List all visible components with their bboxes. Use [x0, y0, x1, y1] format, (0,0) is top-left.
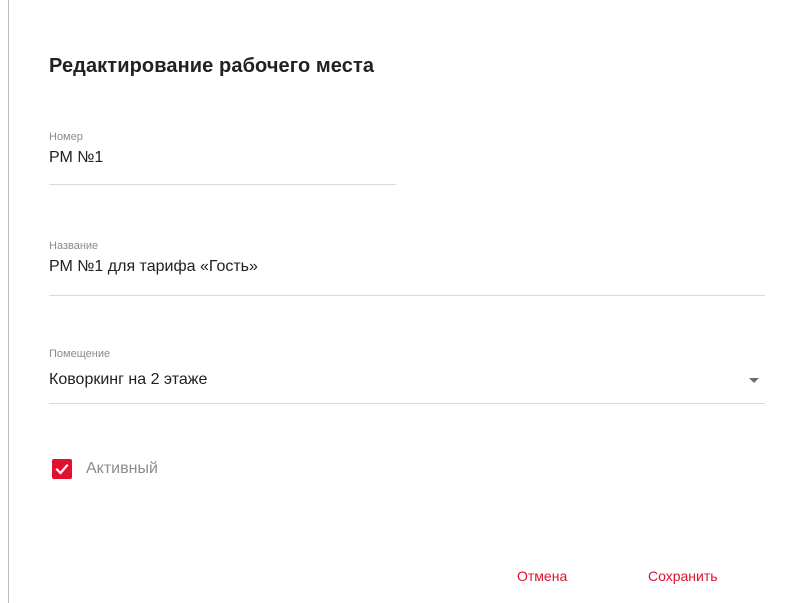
cancel-button[interactable]: Отмена	[517, 568, 567, 584]
edit-workplace-dialog: Редактирование рабочего места Номер РМ №…	[9, 0, 795, 603]
active-checkbox-label[interactable]: Активный	[86, 460, 158, 478]
dialog-actions: Отмена Сохранить	[9, 568, 795, 588]
room-select[interactable]: Помещение Коворкинг на 2 этаже	[49, 348, 765, 404]
save-button[interactable]: Сохранить	[648, 568, 718, 584]
active-checkbox[interactable]	[52, 459, 72, 479]
name-field[interactable]: Название РМ №1 для тарифа «Гость»	[49, 240, 765, 296]
room-selected-value[interactable]: Коворкинг на 2 этаже	[49, 371, 207, 389]
active-checkbox-row[interactable]: Активный	[52, 457, 158, 481]
number-label: Номер	[49, 131, 83, 143]
name-label: Название	[49, 240, 99, 252]
number-field[interactable]: Номер РМ №1	[49, 131, 396, 187]
number-underline	[49, 184, 396, 185]
dialog-title: Редактирование рабочего места	[49, 55, 375, 77]
name-underline	[49, 295, 765, 296]
room-label: Помещение	[49, 348, 111, 360]
name-input[interactable]: РМ №1 для тарифа «Гость»	[49, 258, 258, 276]
checkmark-icon	[55, 463, 69, 475]
number-input[interactable]: РМ №1	[49, 149, 103, 167]
room-underline	[49, 403, 765, 404]
chevron-down-icon[interactable]	[749, 378, 759, 383]
